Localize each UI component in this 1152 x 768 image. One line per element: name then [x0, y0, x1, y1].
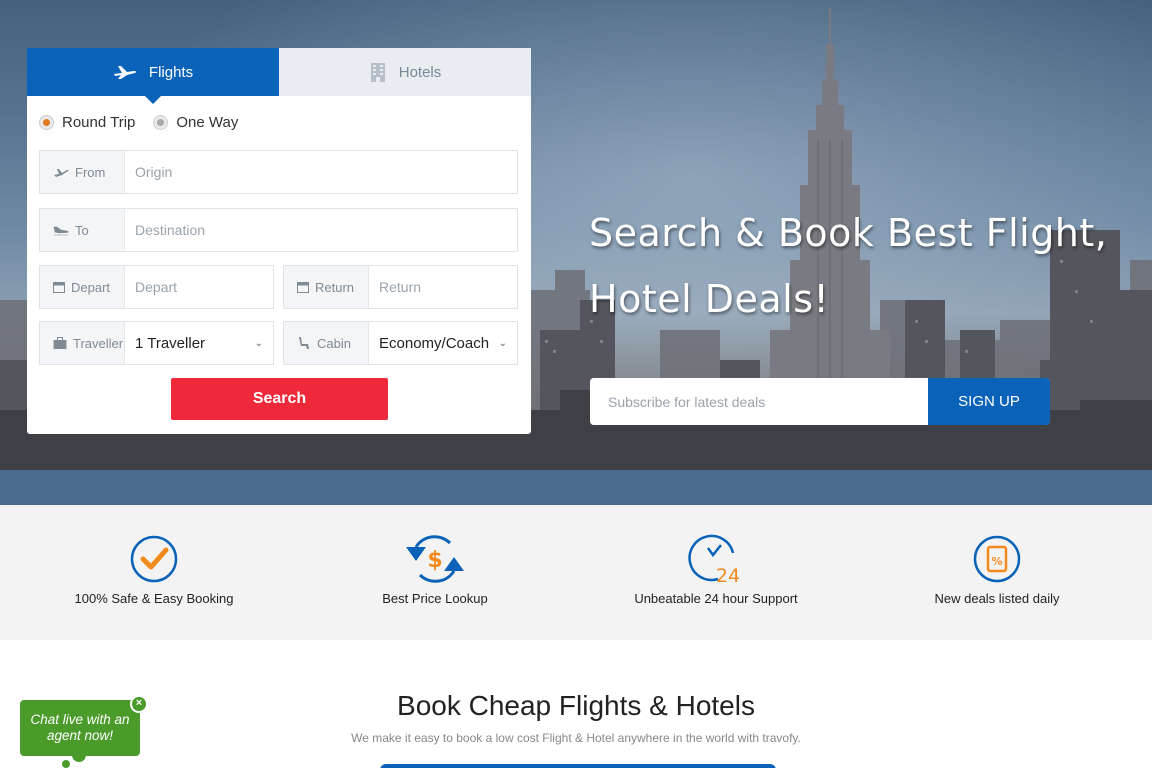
bottom-banner-edge: [380, 764, 776, 768]
one-way-label: One Way: [176, 114, 239, 131]
water: [0, 470, 1152, 505]
discount-tag-icon: %: [877, 533, 1117, 585]
cabin-label: Cabin: [317, 335, 351, 351]
tab-hotels[interactable]: Hotels: [279, 48, 531, 96]
trip-type-group: Round Trip One Way: [39, 114, 256, 131]
tab-hotels-label: Hotels: [398, 63, 442, 81]
building-icon: [369, 62, 387, 82]
radio-selected-indicator: [39, 115, 54, 130]
feature-safe-booking: 100% Safe & Easy Booking: [34, 533, 274, 606]
traveller-value: 1 Traveller: [135, 334, 206, 352]
one-way-radio[interactable]: One Way: [153, 114, 238, 131]
landing-icon: [53, 224, 69, 236]
cabin-label-box: Cabin: [284, 322, 369, 364]
cabin-field: Cabin Economy/Coach ⌄: [283, 321, 518, 365]
hero-headline: Search & Book Best Flight, Hotel Deals!: [589, 211, 1108, 321]
traveller-field: Traveller 1 Traveller ⌄: [39, 321, 274, 365]
chat-bubble-tail: [72, 752, 86, 762]
feature-24h-support: 24 Unbeatable 24 hour Support: [596, 533, 836, 606]
sign-up-button[interactable]: SIGN UP: [928, 378, 1050, 425]
return-label: Return: [315, 279, 355, 295]
svg-text:$: $: [427, 548, 442, 573]
to-label-box: To: [40, 209, 125, 251]
features-strip: 100% Safe & Easy Booking $ Best Price Lo…: [0, 505, 1152, 640]
clock-24-icon: 24: [596, 533, 836, 585]
section-title: Book Cheap Flights & Hotels: [397, 690, 755, 721]
subscribe-email-input[interactable]: [590, 378, 928, 425]
feature-label: 100% Safe & Easy Booking: [74, 591, 234, 606]
depart-date-input[interactable]: [135, 266, 273, 308]
tab-flights[interactable]: Flights: [27, 48, 279, 104]
support-hours-badge: 24: [716, 565, 740, 585]
chevron-down-icon: ⌄: [254, 337, 263, 349]
depart-label: Depart: [71, 279, 111, 295]
tab-flights-label: Flights: [148, 63, 194, 81]
close-icon[interactable]: ×: [130, 695, 148, 713]
chat-bubble-tail-dot: [62, 760, 70, 768]
destination-input[interactable]: [135, 209, 517, 251]
seat-icon: [297, 336, 311, 350]
round-trip-radio[interactable]: Round Trip: [39, 114, 135, 131]
live-chat-button[interactable]: Chat live with an agent now!: [20, 700, 140, 756]
depart-field: Depart: [39, 265, 274, 309]
feature-label: Best Price Lookup: [382, 591, 488, 606]
luggage-icon: [53, 337, 67, 349]
from-label-box: From: [40, 151, 125, 193]
to-label: To: [75, 222, 89, 238]
feature-new-deals: % New deals listed daily: [877, 533, 1117, 606]
search-button[interactable]: Search: [171, 378, 388, 420]
from-field: From: [39, 150, 518, 194]
calendar-icon: [297, 281, 309, 293]
return-field: Return: [283, 265, 518, 309]
chevron-down-icon: ⌄: [498, 337, 507, 349]
cabin-value: Economy/Coach: [379, 334, 490, 352]
round-trip-label: Round Trip: [62, 114, 136, 131]
checkmark-circle-icon: [34, 533, 274, 585]
feature-best-price: $ Best Price Lookup: [315, 533, 555, 606]
return-date-input[interactable]: [379, 266, 517, 308]
svg-text:%: %: [991, 555, 1002, 568]
calendar-icon: [53, 281, 65, 293]
subscribe-form: SIGN UP: [590, 378, 1050, 425]
to-field: To: [39, 208, 518, 252]
search-tabs: Flights Hotels: [27, 48, 531, 104]
depart-label-box: Depart: [40, 266, 125, 308]
traveller-label-box: Traveller: [40, 322, 125, 364]
takeoff-icon: [53, 166, 69, 178]
section-subtitle: We make it easy to book a low cost Fligh…: [351, 731, 801, 745]
cabin-select[interactable]: Economy/Coach ⌄: [369, 322, 517, 364]
plane-icon: [113, 64, 137, 80]
from-label: From: [75, 164, 106, 180]
origin-input[interactable]: [135, 151, 517, 193]
feature-label: Unbeatable 24 hour Support: [634, 591, 798, 606]
feature-label: New deals listed daily: [934, 591, 1060, 606]
traveller-select[interactable]: 1 Traveller ⌄: [125, 322, 273, 364]
search-panel: Flights Hotels Round Trip One Way From O…: [27, 48, 531, 434]
dollar-arrows-icon: $: [315, 533, 555, 585]
radio-unselected-indicator: [153, 115, 169, 130]
return-label-box: Return: [284, 266, 369, 308]
traveller-label: Traveller: [73, 335, 124, 351]
